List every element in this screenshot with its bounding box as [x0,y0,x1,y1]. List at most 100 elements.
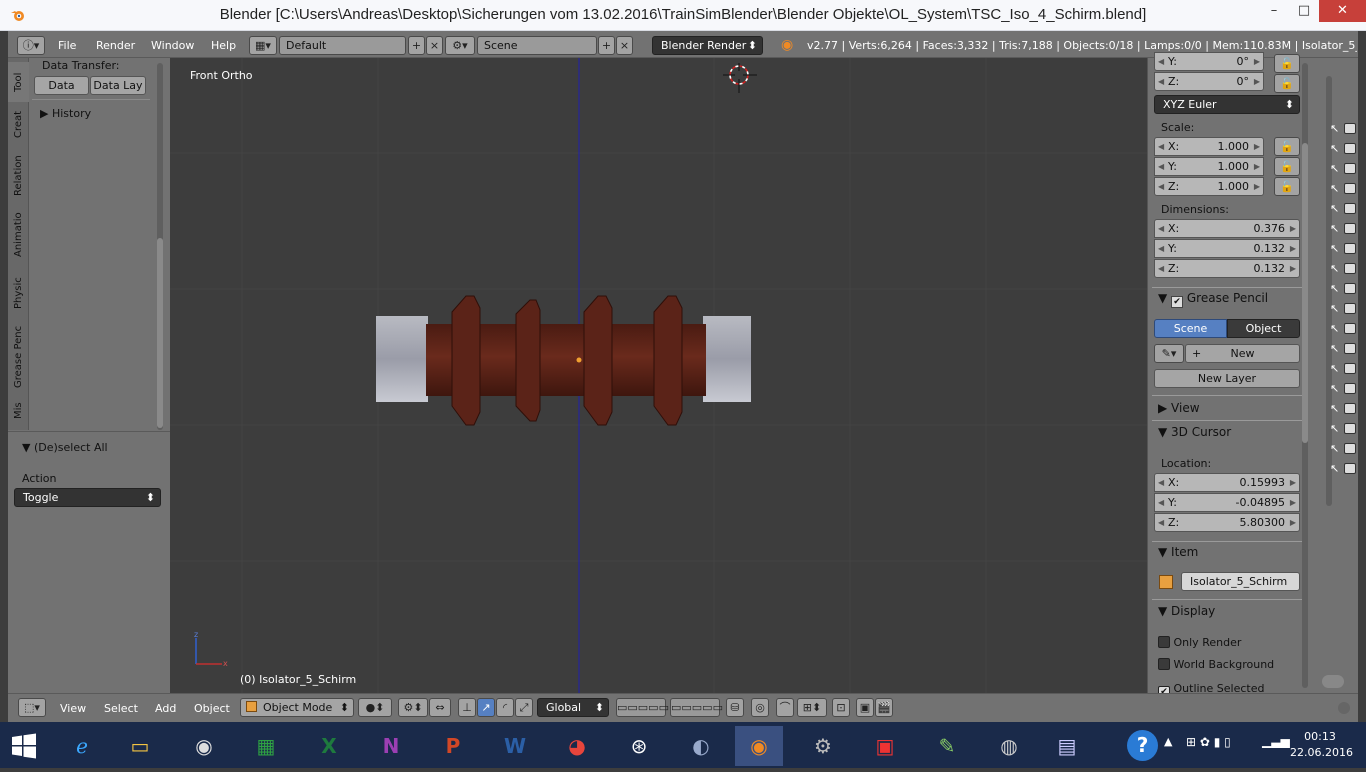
render-camera-icon[interactable] [1344,383,1356,394]
render-camera-icon[interactable] [1344,243,1356,254]
selectable-arrow-icon[interactable]: ↖ [1330,142,1339,155]
remove-scene-icon[interactable]: × [616,36,633,55]
gp-new-button[interactable]: + New [1185,344,1300,363]
view-panel-header[interactable]: ▶ View [1158,401,1200,415]
menu-select[interactable]: Select [104,702,138,715]
selectable-arrow-icon[interactable]: ↖ [1330,202,1339,215]
selectable-arrow-icon[interactable]: ↖ [1330,342,1339,355]
rotation-z-field[interactable]: ◀ Z: 0° ▶ [1154,72,1264,91]
selectable-arrow-icon[interactable]: ↖ [1330,402,1339,415]
app-icon[interactable]: ▣ [861,726,909,766]
info-editor-type-icon[interactable]: ⓘ▾ [17,36,45,55]
data-layout-button[interactable]: Data Lay [90,76,146,95]
chart-app-icon[interactable]: ✎ [923,726,971,766]
data-button[interactable]: Data [34,76,89,95]
location-z-field[interactable]: ◀ Z: 5.80300 ▶ [1154,513,1300,532]
blender-taskbar-icon[interactable]: ◉ [735,726,783,766]
tab-misc[interactable]: Mis [8,396,29,426]
clock-date[interactable]: 22.06.2016 [1290,746,1353,759]
layers-group-2-icon[interactable]: ▭▭▭▭▭ [670,698,723,717]
chrome-icon[interactable]: ◕ [553,726,601,766]
outliner-hscroll[interactable] [1322,675,1344,688]
render-camera-icon[interactable] [1344,183,1356,194]
increment-arrow-icon[interactable]: ▶ [1254,178,1260,195]
remove-layout-icon[interactable]: × [426,36,443,55]
minimize-button[interactable]: – [1260,0,1288,22]
menu-add[interactable]: Add [155,702,176,715]
tab-relations[interactable]: Relation [8,148,29,203]
render-engine-select[interactable]: Blender Render ⬍ [652,36,763,55]
pivot-icon[interactable]: ⚙⬍ [398,698,428,717]
scale-manipulator-icon[interactable]: ⤢ [515,698,533,717]
selectable-arrow-icon[interactable]: ↖ [1330,182,1339,195]
scale-z-field[interactable]: ◀ Z: 1.000 ▶ [1154,177,1264,196]
item-panel-header[interactable]: ▼ Item [1158,545,1198,559]
lock-icon[interactable]: 🔓 [1274,137,1300,156]
onenote-icon[interactable]: N [367,726,415,766]
render-camera-icon[interactable] [1344,223,1356,234]
render-animation-icon[interactable]: 🎬 [875,698,893,717]
tab-create[interactable]: Creat [8,104,29,144]
checkbox-unchecked-icon[interactable] [1158,658,1170,670]
header-scroll-icon[interactable] [1338,702,1350,714]
render-camera-icon[interactable] [1344,403,1356,414]
add-scene-icon[interactable]: + [598,36,615,55]
selectable-arrow-icon[interactable]: ↖ [1330,422,1339,435]
decrement-arrow-icon[interactable]: ◀ [1158,158,1164,175]
file-explorer-icon[interactable]: ▭ [116,726,164,766]
rotation-mode-select[interactable]: XYZ Euler ⬍ [1154,95,1300,114]
increment-arrow-icon[interactable]: ▶ [1290,260,1296,277]
increment-arrow-icon[interactable]: ▶ [1290,494,1296,511]
network-icon[interactable]: ▁▃▅ [1262,734,1290,748]
mode-select[interactable]: Object Mode ⬍ [240,698,354,717]
teamspeak-icon[interactable]: ◐ [677,726,725,766]
render-camera-icon[interactable] [1344,463,1356,474]
decrement-arrow-icon[interactable]: ◀ [1158,240,1164,257]
tab-physics[interactable]: Physic [8,268,29,318]
editor-type-icon[interactable]: ⬚▾ [18,698,46,717]
increment-arrow-icon[interactable]: ▶ [1290,220,1296,237]
snap-element-icon[interactable]: ⊞⬍ [797,698,827,717]
gp-new-layer-button[interactable]: New Layer [1154,369,1300,388]
checkbox-unchecked-icon[interactable] [1158,636,1170,648]
render-camera-icon[interactable] [1344,323,1356,334]
selectable-arrow-icon[interactable]: ↖ [1330,302,1339,315]
operator-panel-header[interactable]: ▼ (De)select All [22,441,108,454]
isolator-object[interactable] [370,288,760,430]
orientation-select[interactable]: Global ⬍ [537,698,609,717]
powerpoint-icon[interactable]: P [429,726,477,766]
dimension-z-field[interactable]: ◀ Z: 0.132 ▶ [1154,259,1300,278]
selectable-arrow-icon[interactable]: ↖ [1330,442,1339,455]
item-name-field[interactable]: Isolator_5_Schirm [1181,572,1300,591]
render-camera-icon[interactable] [1344,343,1356,354]
translate-manipulator-icon[interactable]: ↗ [477,698,495,717]
selectable-arrow-icon[interactable]: ↖ [1330,322,1339,335]
start-button[interactable] [0,726,48,766]
decrement-arrow-icon[interactable]: ◀ [1158,220,1164,237]
scene-icon[interactable]: ⚙▾ [445,36,475,55]
clock-time[interactable]: 00:13 [1301,730,1339,743]
gp-object-tab[interactable]: Object [1227,319,1300,338]
render-camera-icon[interactable] [1344,143,1356,154]
render-camera-icon[interactable] [1344,363,1356,374]
lock-icon[interactable]: 🔓 [1274,74,1300,93]
tray-icons[interactable]: ⊞ ✿ ▮ ▯ [1186,735,1231,749]
selectable-arrow-icon[interactable]: ↖ [1330,262,1339,275]
gp-scene-tab[interactable]: Scene [1154,319,1227,338]
rotation-y-field[interactable]: ◀ Y: 0° ▶ [1154,52,1264,71]
location-y-field[interactable]: ◀ Y: -0.04895 ▶ [1154,493,1300,512]
dimension-y-field[interactable]: ◀ Y: 0.132 ▶ [1154,239,1300,258]
add-layout-icon[interactable]: + [408,36,425,55]
media-player-icon[interactable]: ◉ [180,726,228,766]
menu-view[interactable]: View [60,702,86,715]
manipulator-center-icon[interactable]: ⇔ [429,698,451,717]
selectable-arrow-icon[interactable]: ↖ [1330,282,1339,295]
lock-icon[interactable]: 🔓 [1274,54,1300,73]
settings-app-icon[interactable]: ⚙ [799,726,847,766]
selectable-arrow-icon[interactable]: ↖ [1330,122,1339,135]
rotate-manipulator-icon[interactable]: ◜ [496,698,514,717]
only-render-option[interactable]: Only Render [1158,636,1241,649]
action-select[interactable]: Toggle ⬍ [14,488,161,507]
location-x-field[interactable]: ◀ X: 0.15993 ▶ [1154,473,1300,492]
dimension-x-field[interactable]: ◀ X: 0.376 ▶ [1154,219,1300,238]
